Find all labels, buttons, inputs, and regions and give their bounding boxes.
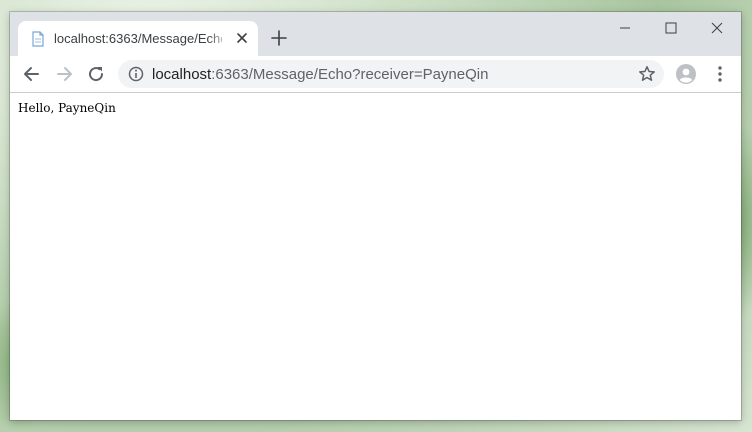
toolbar: localhost:6363/Message/Echo?receiver=Pay… bbox=[10, 56, 741, 93]
address-bar[interactable]: localhost:6363/Message/Echo?receiver=Pay… bbox=[118, 60, 664, 88]
star-icon[interactable] bbox=[638, 65, 656, 83]
close-icon[interactable] bbox=[234, 30, 250, 46]
info-icon[interactable] bbox=[128, 66, 144, 82]
url-host: localhost bbox=[152, 66, 212, 83]
page-content: Hello, PayneQin bbox=[10, 93, 741, 420]
browser-window: localhost:6363/Message/Echo?receiver=Pay… bbox=[10, 12, 741, 420]
reload-icon[interactable] bbox=[86, 64, 106, 84]
window-close-icon[interactable] bbox=[707, 18, 727, 38]
arrow-left-icon[interactable] bbox=[22, 64, 42, 84]
arrow-right-icon[interactable] bbox=[54, 64, 74, 84]
plus-icon[interactable] bbox=[270, 29, 288, 47]
kebab-menu-icon[interactable] bbox=[710, 64, 730, 84]
url-text[interactable]: localhost:6363/Message/Echo?receiver=Pay… bbox=[152, 66, 488, 83]
document-icon bbox=[32, 31, 44, 47]
maximize-icon[interactable] bbox=[661, 18, 681, 38]
echo-message: Hello, PayneQin bbox=[18, 101, 116, 115]
tab-title: localhost:6363/Message/Echo?receiver=Pay… bbox=[54, 31, 222, 46]
tab-title-fade bbox=[208, 27, 230, 49]
profile-icon[interactable] bbox=[676, 64, 696, 84]
minimize-icon[interactable] bbox=[615, 18, 635, 38]
url-path: :6363/Message/Echo?receiver=PayneQin bbox=[211, 66, 489, 83]
tab-strip: localhost:6363/Message/Echo?receiver=Pay… bbox=[10, 12, 741, 56]
tab-active[interactable]: localhost:6363/Message/Echo?receiver=Pay… bbox=[18, 21, 258, 56]
